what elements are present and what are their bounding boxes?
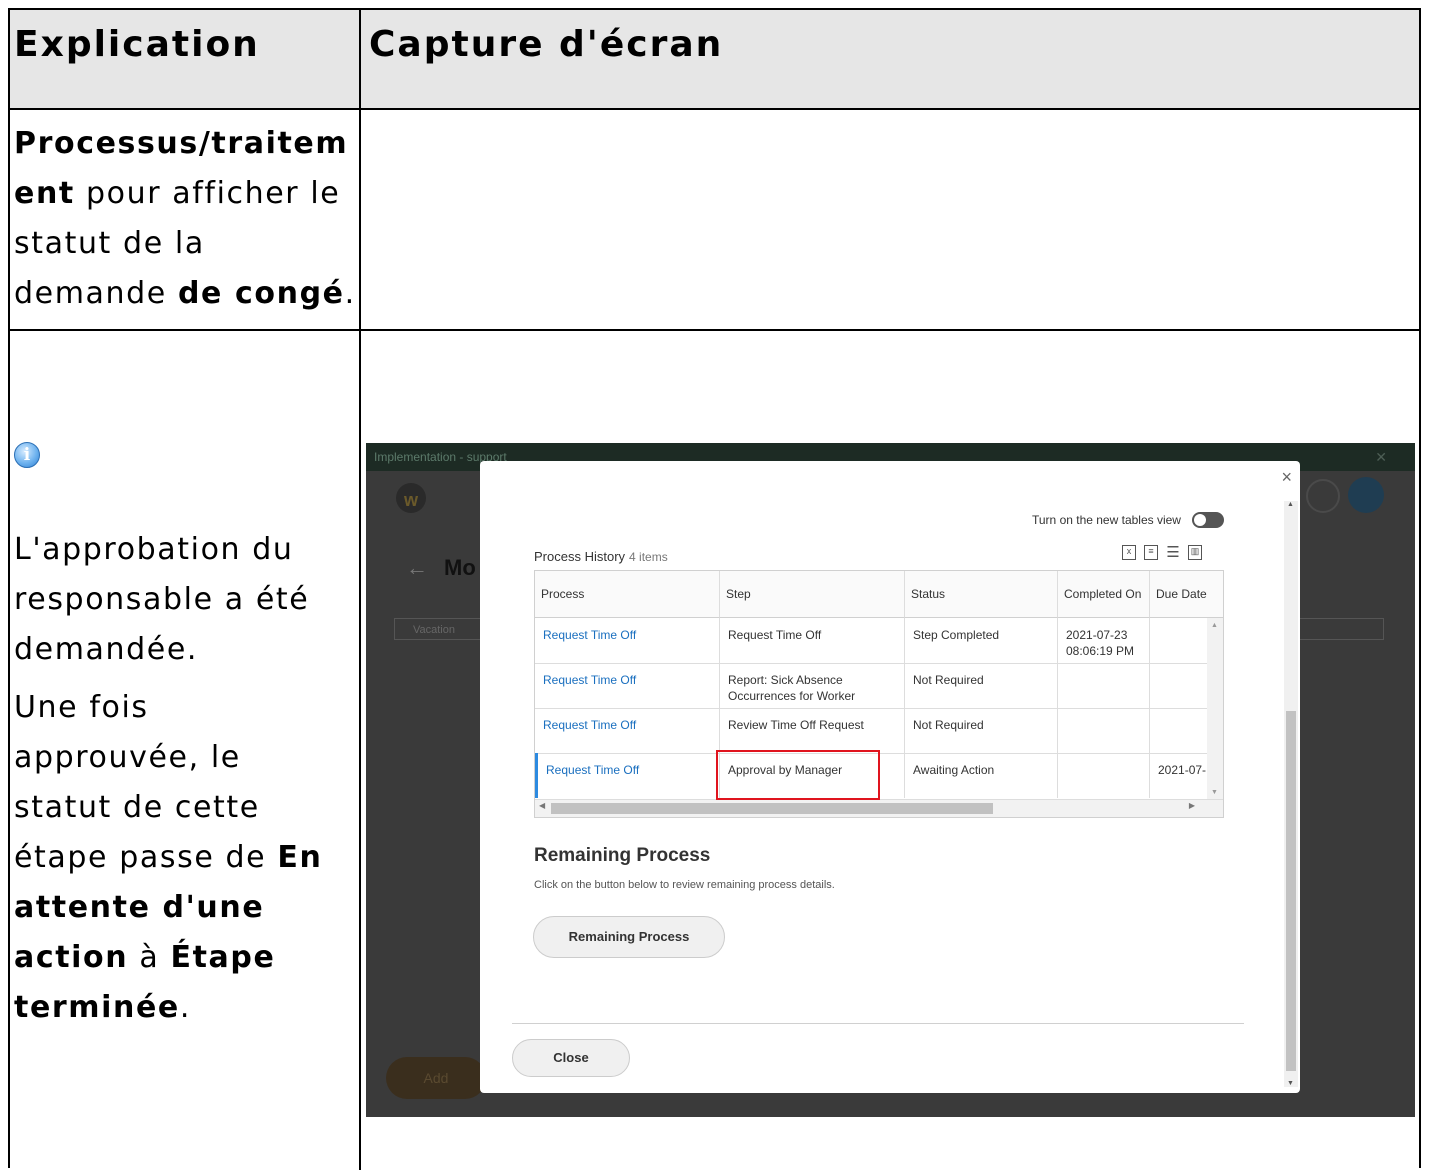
row2-bold-7: En xyxy=(277,840,323,875)
table-header-row: Explication Capture d'écran xyxy=(10,10,1419,110)
completed-cell xyxy=(1058,708,1150,753)
status-cell: Step Completed xyxy=(905,618,1058,663)
row2-line-7: étape passe de xyxy=(14,840,278,875)
row1-text-3: statut de la xyxy=(14,226,205,261)
highlight-box xyxy=(716,750,880,800)
row2-text-9: à xyxy=(128,940,171,975)
scroll-thumb[interactable] xyxy=(551,803,993,814)
status-cell: Not Required xyxy=(905,663,1058,708)
close-button[interactable]: Close xyxy=(512,1039,630,1077)
row1-bold-1: Processus/traitem xyxy=(14,126,349,161)
window-close-icon[interactable]: ✕ xyxy=(1375,443,1387,471)
process-history-count: 4 items xyxy=(629,550,668,564)
column-header-process[interactable]: Process xyxy=(535,571,720,618)
completed-cell: 2021-07-23 08:06:19 PM xyxy=(1058,618,1150,663)
add-button[interactable]: Add xyxy=(386,1057,486,1099)
scroll-up-icon[interactable]: ▲ xyxy=(1211,622,1218,629)
workday-logo-icon: w xyxy=(396,483,426,513)
column-header-completed-on[interactable]: Completed On xyxy=(1058,571,1150,618)
bg-page-title: Mo xyxy=(444,555,476,580)
scroll-down-icon[interactable]: ▼ xyxy=(1211,789,1218,796)
remaining-process-button[interactable]: Remaining Process xyxy=(533,916,725,958)
header-capture: Capture d'écran xyxy=(369,24,724,65)
header-explication: Explication xyxy=(14,24,260,65)
vacation-tag: Vacation xyxy=(394,618,482,640)
row2-line-6: statut de cette xyxy=(14,790,260,825)
row2-bold-8: attente d'une xyxy=(14,890,265,925)
scroll-right-icon[interactable]: ▶ xyxy=(1189,801,1195,810)
modal-scrollbar[interactable]: ▲ ▼ xyxy=(1284,501,1298,1087)
table-toolbar: x ≡ ☰ ▥ xyxy=(1122,545,1202,560)
table-vertical-scrollbar[interactable]: ▲ ▼ xyxy=(1207,618,1223,800)
modal-scroll-up-icon[interactable]: ▲ xyxy=(1287,501,1294,508)
row2-line-5: approuvée, le xyxy=(14,740,241,775)
row2-line-4: Une fois xyxy=(14,690,149,725)
column-header-due-date[interactable]: Due Date xyxy=(1150,571,1223,618)
row1-explanation: Processus/traitem ent pour afficher le s… xyxy=(14,119,356,319)
completed-time: 08:06:19 PM xyxy=(1066,644,1135,658)
process-history-modal: × Turn on the new tables view Process Hi… xyxy=(480,461,1300,1093)
row1-bold-2: ent xyxy=(14,176,75,211)
close-icon[interactable]: × xyxy=(1281,467,1292,488)
row2-line-3: demandée. xyxy=(14,632,199,667)
step-cell: Review Time Off Request xyxy=(720,708,905,753)
profile-avatar[interactable] xyxy=(1348,477,1384,513)
row2-line-2: responsable a été xyxy=(14,582,310,617)
completed-cell xyxy=(1058,663,1150,708)
due-cell xyxy=(1150,618,1207,663)
view-details-icon[interactable]: ≡ xyxy=(1144,545,1158,560)
process-history-title-text: Process History xyxy=(534,549,626,564)
row2-explanation: L'approbation du responsable a été deman… xyxy=(14,525,322,1033)
row2-bold-9: action xyxy=(14,940,129,975)
table-row: Request Time Off Request Time Off Step C… xyxy=(535,618,1207,664)
step-line-2: Occurrences for Worker xyxy=(728,689,856,703)
remaining-process-title: Remaining Process xyxy=(534,845,711,866)
table-horizontal-scrollbar[interactable]: ◀ ▶ xyxy=(535,799,1223,817)
columns-icon[interactable]: ▥ xyxy=(1188,545,1202,560)
inbox-icon[interactable] xyxy=(1306,479,1340,513)
back-arrow-icon[interactable]: ← xyxy=(406,555,428,581)
modal-scroll-thumb[interactable] xyxy=(1286,711,1296,1071)
row1-text-4b: . xyxy=(344,276,356,311)
row2-text-10: . xyxy=(179,990,192,1025)
row-divider xyxy=(10,329,1419,331)
column-header-step[interactable]: Step xyxy=(720,571,905,618)
bg-field xyxy=(1296,618,1384,640)
tables-view-toggle-label: Turn on the new tables view xyxy=(1032,513,1181,527)
tables-view-toggle[interactable] xyxy=(1192,512,1224,528)
remaining-process-description: Click on the button below to review rema… xyxy=(534,879,835,891)
row2-bold-10: terminée xyxy=(14,990,180,1025)
process-link[interactable]: Request Time Off xyxy=(535,618,720,663)
row2-bold-9b: Étape xyxy=(170,940,276,975)
filter-icon[interactable]: ☰ xyxy=(1166,545,1180,560)
row1-text-2: pour afficher le xyxy=(74,176,341,211)
modal-scroll-down-icon[interactable]: ▼ xyxy=(1287,1080,1294,1087)
process-history-title: Process History 4 items xyxy=(534,549,668,564)
status-cell: Not Required xyxy=(905,708,1058,753)
embedded-screenshot: Implementation - support ✕ w ← Mo Vacati… xyxy=(366,443,1415,1117)
row1-text-4: demande xyxy=(14,276,178,311)
scroll-left-icon[interactable]: ◀ xyxy=(539,801,545,810)
completed-date: 2021-07-23 xyxy=(1066,628,1128,642)
table-row: Request Time Off Review Time Off Request… xyxy=(535,708,1207,754)
process-link[interactable]: Request Time Off xyxy=(535,663,720,708)
column-header-status[interactable]: Status xyxy=(905,571,1058,618)
step-cell: Request Time Off xyxy=(720,618,905,663)
export-excel-icon[interactable]: x xyxy=(1122,545,1136,560)
status-cell: Awaiting Action xyxy=(905,753,1058,798)
row2-line-1: L'approbation du xyxy=(14,532,294,567)
row1-bold-4: de congé xyxy=(177,276,345,311)
due-cell xyxy=(1150,708,1207,753)
column-divider xyxy=(359,10,361,1170)
process-link[interactable]: Request Time Off xyxy=(535,708,720,753)
process-link[interactable]: Request Time Off xyxy=(535,753,720,798)
modal-divider xyxy=(512,1023,1244,1024)
step-cell: Report: Sick Absence Occurrences for Wor… xyxy=(720,663,905,708)
table-row: Request Time Off Report: Sick Absence Oc… xyxy=(535,663,1207,709)
due-cell: 2021-07- xyxy=(1158,763,1207,777)
completed-cell xyxy=(1058,753,1150,798)
step-line-1: Report: Sick Absence xyxy=(728,673,843,687)
due-cell xyxy=(1150,663,1207,708)
info-icon: i xyxy=(14,442,40,468)
